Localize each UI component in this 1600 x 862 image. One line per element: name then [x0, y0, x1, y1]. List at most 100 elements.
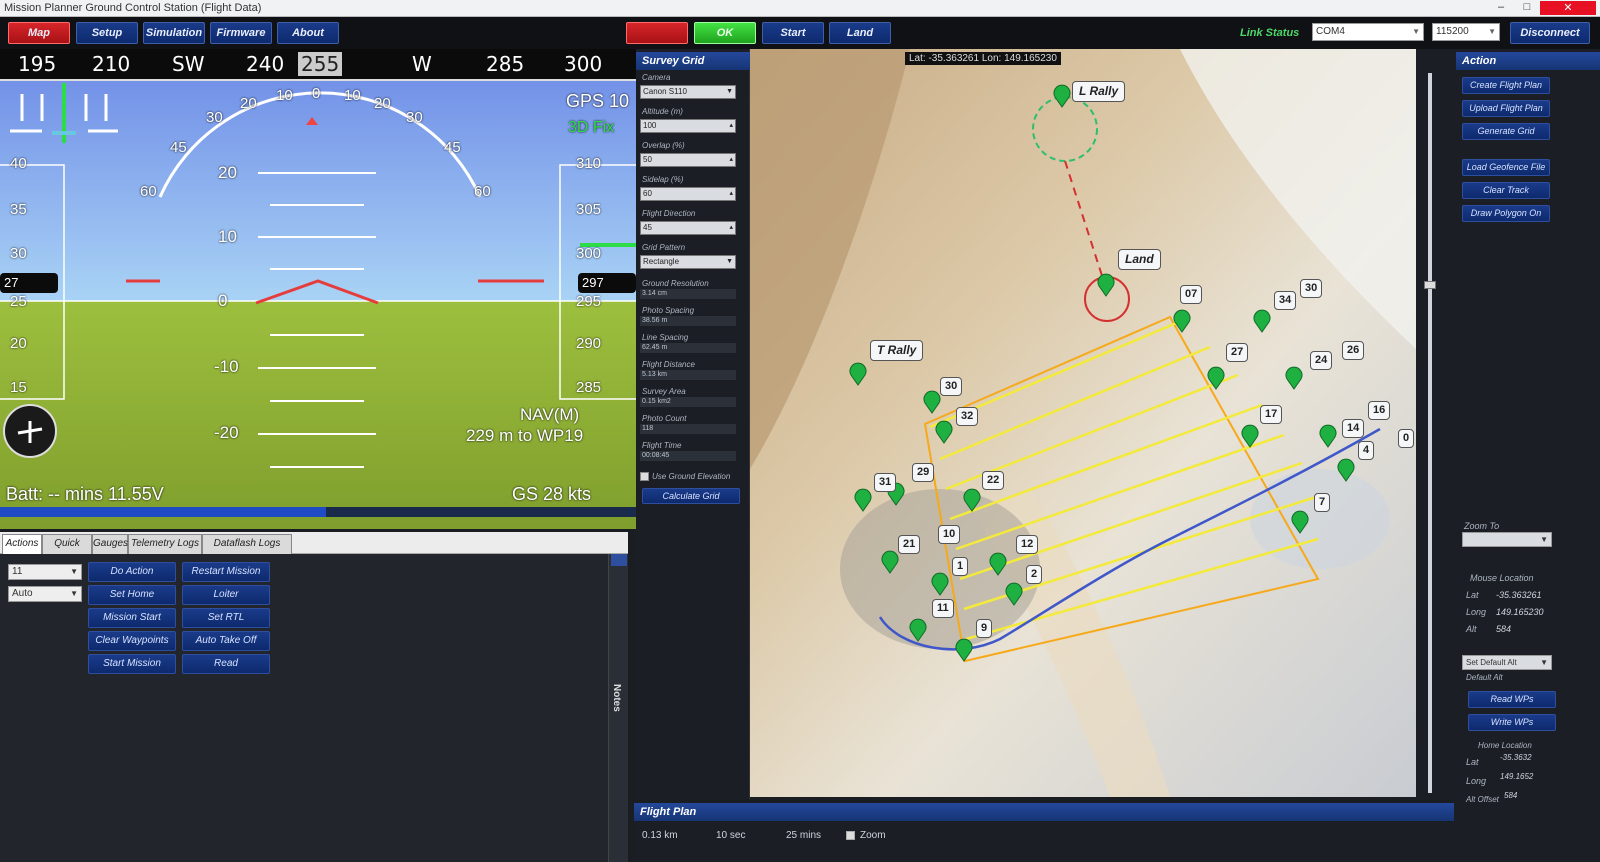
waypoint-label[interactable]: 30 [1300, 279, 1323, 298]
survey-field-label: Sidelap (%) [642, 175, 684, 184]
baud-select[interactable]: 115200 ▼ [1432, 23, 1500, 41]
upload-flight-plan-button[interactable]: Upload Flight Plan [1462, 100, 1550, 117]
minimize-icon[interactable]: – [1488, 1, 1514, 15]
t-rally-label[interactable]: T Rally [870, 340, 924, 361]
waypoint-label[interactable]: 26 [1342, 341, 1365, 360]
firmware-button[interactable]: Firmware [210, 22, 272, 44]
mode-select[interactable]: Auto ▼ [8, 586, 82, 602]
survey-field-input[interactable]: 50 ▴ [640, 153, 736, 167]
waypoint-label[interactable]: 7 [1314, 493, 1331, 512]
waypoint-label[interactable]: 10 [938, 525, 961, 544]
waypoint-label[interactable]: 12 [1016, 535, 1039, 554]
l-rally-label[interactable]: L Rally [1072, 81, 1126, 102]
ground-elevation-checkbox[interactable] [640, 472, 649, 481]
survey-field-input[interactable]: 60 ▴ [640, 187, 736, 201]
survey-field-input[interactable]: Rectangle ▼ [640, 255, 736, 269]
land-button[interactable]: Land [829, 22, 891, 44]
maximize-icon[interactable]: □ [1514, 1, 1540, 15]
zoom-to-select[interactable]: ▼ [1462, 532, 1552, 547]
spinner-icon[interactable]: ▴ [729, 188, 733, 200]
waypoint-label[interactable]: 4 [1358, 441, 1375, 460]
port-select[interactable]: COM4 ▼ [1312, 23, 1424, 41]
about-button[interactable]: About [277, 22, 339, 44]
notes-pin-icon[interactable] [611, 554, 627, 566]
simulation-button[interactable]: Simulation [143, 22, 205, 44]
close-icon[interactable]: ✕ [1540, 1, 1596, 15]
do-action-button[interactable]: Do Action [88, 562, 176, 582]
start-button[interactable]: Start [762, 22, 824, 44]
default-alt-select[interactable]: Set Default Alt ▼ [1462, 655, 1552, 670]
waypoint-label[interactable]: 21 [898, 535, 921, 554]
waypoint-label[interactable]: 22 [982, 471, 1005, 490]
action-select[interactable]: 11 ▼ [8, 564, 82, 580]
clear-track-button[interactable]: Clear Track [1462, 182, 1550, 199]
waypoint-label[interactable]: 2 [1026, 565, 1043, 584]
map-status-bar: 0.13 km 10 sec 25 mins Zoom [634, 822, 1454, 862]
map-button[interactable]: Map [8, 22, 70, 44]
land-label[interactable]: Land [1118, 249, 1161, 270]
waypoint-label[interactable]: 27 [1226, 343, 1249, 362]
loiter-button[interactable]: Loiter [182, 585, 270, 605]
zoom-checkbox[interactable] [846, 831, 855, 840]
survey-field-input[interactable]: 100 ▴ [640, 119, 736, 133]
waypoint-label[interactable]: 0 [1398, 429, 1415, 448]
clear-waypoints-button[interactable]: Clear Waypoints [88, 631, 176, 651]
read-button[interactable]: Read [182, 654, 270, 674]
zoom-slider-handle[interactable] [1424, 281, 1436, 289]
lon-value: 149.165230 [1496, 607, 1544, 617]
waypoint-label[interactable]: 11 [932, 599, 954, 618]
write-wps-button[interactable]: Write WPs [1468, 714, 1556, 731]
roll-mark: 45 [444, 139, 461, 156]
waypoint-label[interactable]: 14 [1342, 419, 1365, 438]
chevron-down-icon: ▼ [1488, 27, 1496, 36]
spinner-icon[interactable]: ▴ [729, 222, 733, 234]
tab-telemetry-logs[interactable]: Telemetry Logs [128, 534, 202, 554]
set-home-button[interactable]: Set Home [88, 585, 176, 605]
alt-value: 584 [1496, 624, 1512, 634]
mission-start-button[interactable]: Mission Start [88, 608, 176, 628]
generate-grid-button[interactable]: Generate Grid [1462, 123, 1550, 140]
waypoint-label[interactable]: 34 [1274, 291, 1297, 310]
waypoint-label[interactable]: 9 [976, 619, 993, 638]
waypoint-label[interactable]: 30 [940, 377, 963, 396]
read-wps-button[interactable]: Read WPs [1468, 691, 1556, 708]
start-mission-button[interactable]: Start Mission [88, 654, 176, 674]
survey-field-input[interactable]: Canon S110 ▼ [640, 85, 736, 99]
spinner-icon[interactable]: ▴ [729, 154, 733, 166]
disarm-status-button[interactable] [626, 22, 688, 44]
draw-polygon-button[interactable]: Draw Polygon On [1462, 205, 1550, 222]
chevron-down-icon[interactable]: ▼ [726, 256, 733, 268]
set-rtl-button[interactable]: Set RTL [182, 608, 270, 628]
setup-button[interactable]: Setup [76, 22, 138, 44]
auto-take-off-button[interactable]: Auto Take Off [182, 631, 270, 651]
waypoint-label[interactable]: 07 [1180, 285, 1203, 304]
waypoint-label[interactable]: 17 [1260, 405, 1283, 424]
restart-mission-button[interactable]: Restart Mission [182, 562, 270, 582]
waypoint-label[interactable]: 16 [1368, 401, 1391, 420]
tab-dataflash-logs[interactable]: Dataflash Logs [202, 534, 292, 554]
waypoint-label[interactable]: 1 [952, 557, 969, 576]
waypoint-label[interactable]: 32 [956, 407, 979, 426]
chevron-down-icon[interactable]: ▼ [726, 86, 733, 98]
heading-tick: 195 [18, 52, 57, 76]
create-flight-plan-button[interactable]: Create Flight Plan [1462, 77, 1550, 94]
map-view[interactable]: Lat: -35.363261 Lon: 149.165230 L Rally … [750, 49, 1416, 797]
zoom-slider-track[interactable] [1428, 73, 1432, 793]
notes-side-panel[interactable]: Notes [608, 554, 628, 862]
spinner-icon[interactable]: ▴ [729, 120, 733, 132]
calculate-grid-button[interactable]: Calculate Grid [642, 488, 740, 504]
survey-readout-label: Photo Count [642, 414, 687, 423]
lon-label: Long [1466, 607, 1487, 617]
survey-field-input[interactable]: 45 ▴ [640, 221, 736, 235]
status-duration: 25 mins [786, 830, 822, 841]
flight-plan-bar[interactable]: Flight Plan [634, 803, 1454, 821]
connect-button[interactable]: Disconnect [1510, 22, 1590, 44]
ok-status-button[interactable]: OK [694, 22, 756, 44]
tab-quick[interactable]: Quick [42, 534, 92, 554]
load-geofence-button[interactable]: Load Geofence File [1462, 159, 1550, 176]
tab-actions[interactable]: Actions [2, 534, 42, 554]
waypoint-label[interactable]: 29 [912, 463, 935, 482]
waypoint-label[interactable]: 31 [874, 473, 897, 492]
tab-gauges[interactable]: Gauges [92, 534, 128, 554]
waypoint-label[interactable]: 24 [1310, 351, 1333, 370]
